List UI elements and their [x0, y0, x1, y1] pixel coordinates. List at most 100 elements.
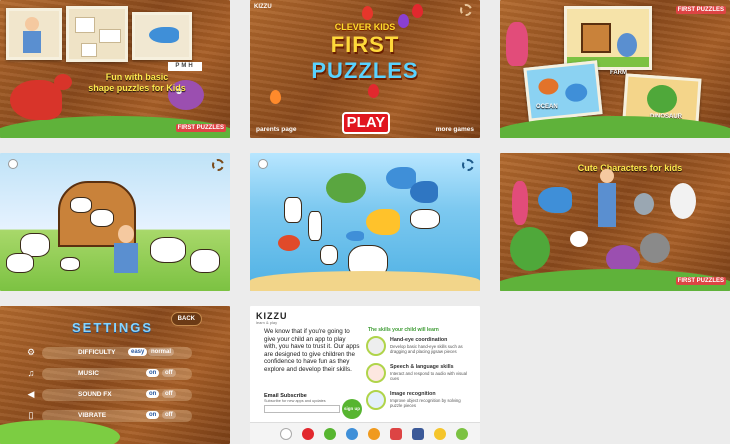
first-puzzles-logo: FIRST PUZZLES: [675, 6, 726, 14]
facebook-icon[interactable]: [412, 428, 424, 440]
crab-image: [537, 77, 560, 96]
dinosaur-head: [54, 74, 72, 90]
back-icon[interactable]: [8, 159, 18, 169]
caption-line: shape puzzles for Kids: [88, 83, 186, 93]
app-icon[interactable]: [368, 428, 380, 440]
skill-name: Image recognition: [390, 391, 436, 397]
skill-name: Speech & language skills: [390, 364, 454, 370]
farmer-image: [617, 33, 637, 57]
skill-desc: Improve object recognition by solving pu…: [390, 398, 461, 408]
email-subscribe-subtitle: Subscribe for new apps and updates: [264, 399, 326, 403]
gear-icon[interactable]: [460, 4, 472, 16]
difficulty-normal-option[interactable]: normal: [148, 348, 175, 356]
back-icon[interactable]: [258, 159, 268, 169]
farm-card[interactable]: [564, 6, 652, 70]
rhino-image: [640, 233, 670, 263]
setting-row-music: ♫ MUSIC on off: [28, 368, 192, 380]
puzzle-board-right: [132, 12, 192, 60]
crab-image: [278, 235, 300, 251]
balloon-icon[interactable]: [362, 6, 373, 20]
farmer-head: [600, 169, 614, 183]
sound-off-option[interactable]: off: [162, 390, 176, 398]
seahorse-image: [512, 181, 528, 225]
screenshot-settings[interactable]: SETTINGS BACK ⚙ DIFFICULTY easy normal ♫…: [0, 306, 230, 444]
app-icon[interactable]: [346, 428, 358, 440]
screenshot-title-screen[interactable]: KIZZU CLEVER KIDS FIRST PUZZLES PLAY par…: [250, 0, 480, 138]
difficulty-easy-option[interactable]: easy: [128, 348, 148, 356]
barn-image: [581, 23, 611, 53]
screenshot-farm-puzzle[interactable]: [0, 153, 230, 291]
dinosaur-image: [510, 227, 550, 271]
screenshot-shape-puzzles[interactable]: PMH Fun with basic shape puzzles for Kid…: [0, 0, 230, 138]
gear-icon: ⚙: [26, 347, 36, 357]
sign-up-button[interactable]: sign up: [342, 399, 362, 419]
app-icon[interactable]: [434, 428, 446, 440]
puzzle-slot: [190, 249, 220, 273]
youtube-icon[interactable]: [390, 428, 402, 440]
bird-image: [634, 193, 654, 215]
farmer-head: [25, 17, 39, 31]
puzzle-board-middle: [66, 6, 128, 62]
puzzle-slot: [75, 17, 95, 33]
gear-icon[interactable]: [462, 159, 474, 171]
puzzle-slot: [410, 209, 440, 229]
turtle-image: [326, 173, 366, 203]
tile6-caption: Cute Characters for kids: [577, 163, 683, 173]
app-icon[interactable]: [456, 428, 468, 440]
duck-image: [570, 231, 588, 247]
skill-name: Hand-eye coordination: [390, 337, 448, 343]
skill-desc: Interact and respond to audio with visua…: [390, 371, 467, 381]
email-input[interactable]: [264, 405, 340, 413]
music-off-option[interactable]: off: [162, 369, 176, 377]
music-note-icon: ♫: [27, 368, 35, 378]
music-on-option[interactable]: on: [146, 369, 160, 377]
balloon-icon[interactable]: [368, 84, 379, 98]
farmer-head: [118, 225, 134, 243]
back-button[interactable]: BACK: [170, 312, 202, 326]
gear-icon[interactable]: [212, 159, 224, 171]
puzzle-slot: [99, 29, 121, 43]
red-dinosaur: [10, 80, 62, 120]
fish-image: [346, 231, 364, 241]
trust-paragraph: We know that if you're going to give you…: [264, 328, 360, 373]
back-arrow-icon[interactable]: [280, 428, 292, 440]
letter-strip: PMH: [168, 62, 202, 71]
footer-app-bar: [250, 422, 480, 444]
dinosaur-image: [646, 83, 678, 115]
setting-row-sound-fx: ◀ SOUND FX on off: [28, 389, 192, 401]
screenshot-ocean-puzzle[interactable]: [250, 153, 480, 291]
caption-line: Fun with basic: [105, 72, 169, 82]
sound-on-option[interactable]: on: [146, 390, 160, 398]
puzzle-board-left: [6, 8, 62, 60]
dolphin-image: [410, 181, 438, 203]
skill-item: Image recognition Improve object recogni…: [366, 390, 476, 412]
setting-label: SOUND FX: [78, 391, 112, 398]
first-puzzles-logo: FIRST PUZZLES: [675, 277, 726, 285]
kizzu-brand: KIZZU: [254, 4, 272, 10]
setting-row-difficulty: ⚙ DIFFICULTY easy normal: [27, 347, 192, 359]
kizzu-tagline: learn & play: [256, 320, 278, 325]
setting-label: VIBRATE: [78, 412, 107, 419]
play-button[interactable]: PLAY: [342, 112, 390, 134]
skill-desc: Develop basic hand-eye skills such as dr…: [390, 344, 463, 354]
title-puzzles: PUZZLES: [311, 58, 419, 83]
balloon-icon[interactable]: [270, 90, 281, 104]
speaker-icon: ◀: [27, 389, 35, 399]
skills-heading: The skills your child will learn: [368, 327, 439, 333]
more-games-link[interactable]: more games: [436, 126, 474, 133]
ocean-card[interactable]: [523, 60, 603, 122]
vibrate-icon: ▯: [28, 410, 34, 420]
screenshot-cute-characters[interactable]: Cute Characters for kids FIRST PUZZLES: [500, 153, 730, 291]
screenshot-parents-page[interactable]: KIZZU learn & play We know that if you'r…: [250, 306, 480, 444]
app-icon[interactable]: [324, 428, 336, 440]
screenshot-category-select[interactable]: FARM OCEAN DINOSAUR FIRST PUZZLES: [500, 0, 730, 138]
parents-page-link[interactable]: parents page: [256, 126, 296, 133]
balloon-icon[interactable]: [412, 4, 423, 18]
farm-label: FARM: [610, 70, 627, 76]
puzzle-slot: [320, 245, 338, 265]
vibrate-off-option[interactable]: off: [162, 411, 176, 419]
app-icon[interactable]: [302, 428, 314, 440]
fish-image: [366, 209, 400, 235]
setting-label: MUSIC: [78, 370, 99, 377]
vibrate-on-option[interactable]: on: [146, 411, 160, 419]
